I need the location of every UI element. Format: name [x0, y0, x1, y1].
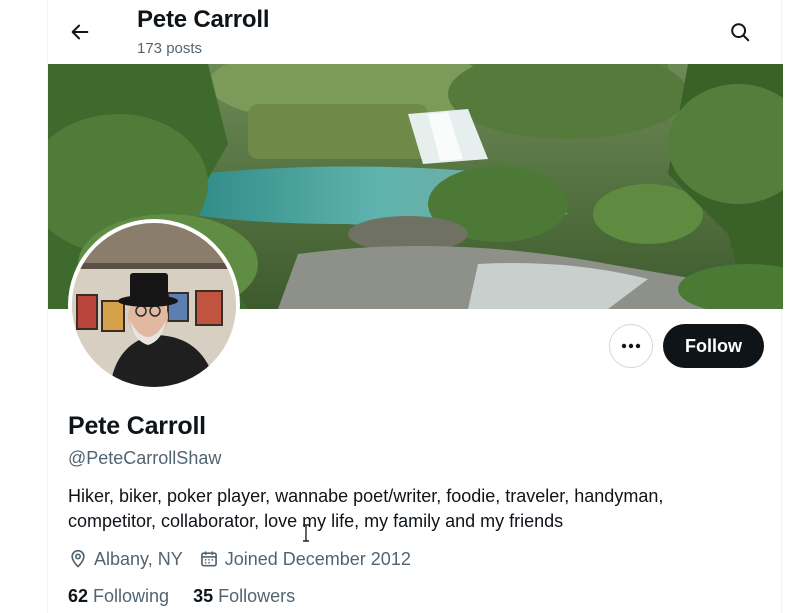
- profile-stats: 62 Following 35 Followers: [68, 586, 319, 607]
- profile-header: Pete Carroll 173 posts: [48, 0, 783, 64]
- search-button[interactable]: [720, 12, 760, 52]
- header-post-count: 173 posts: [137, 40, 203, 57]
- followers-count: 35: [193, 586, 219, 606]
- arrow-left-icon: [71, 24, 89, 40]
- location-pin-icon: [71, 549, 85, 568]
- text-cursor-icon: [303, 524, 309, 542]
- following-link[interactable]: 62 Following: [68, 586, 169, 607]
- profile-location: Albany, NY: [68, 549, 183, 570]
- header-title: Pete Carroll: [137, 6, 270, 33]
- profile-bio-line: Hiker, biker, poker player, wannabe poet…: [68, 486, 664, 506]
- profile-handle: @PeteCarrollShaw: [68, 448, 222, 468]
- profile-avatar[interactable]: [68, 219, 240, 391]
- location-text: Albany, NY: [94, 548, 183, 569]
- more-options-button[interactable]: [609, 324, 653, 368]
- more-horizontal-icon: [621, 343, 641, 349]
- following-label: Following: [93, 586, 170, 606]
- profile-bio: Hiker, biker, poker player, wannabe poet…: [68, 484, 758, 534]
- profile-display-name: Pete Carroll: [68, 412, 206, 440]
- profile-bio-line: competitor, collaborator, love my life, …: [68, 511, 564, 531]
- joined-text: Joined December 2012: [224, 548, 411, 569]
- profile-joined-date: Joined December 2012: [199, 549, 411, 570]
- following-count: 62: [68, 586, 94, 606]
- back-button[interactable]: [60, 12, 100, 52]
- calendar-icon: [200, 551, 217, 567]
- followers-link[interactable]: 35 Followers: [193, 586, 295, 607]
- follow-button[interactable]: Follow: [663, 324, 764, 368]
- profile-meta: Albany, NY Joined December 2012: [68, 547, 427, 571]
- profile-column: Pete Carroll 173 posts Follow Pete Carro…: [47, 0, 783, 613]
- search-icon: [731, 23, 750, 42]
- followers-label: Followers: [218, 586, 296, 606]
